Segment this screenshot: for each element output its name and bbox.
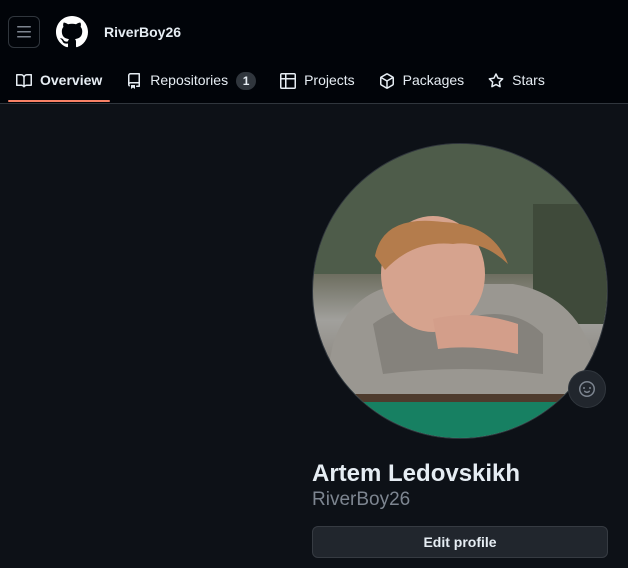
tab-stars[interactable]: Stars [480, 60, 553, 102]
repo-icon [128, 73, 141, 89]
profile-login: RiverBoy26 [312, 489, 411, 510]
set-status-button[interactable] [568, 370, 606, 408]
header-username[interactable]: RiverBoy26 [104, 24, 181, 40]
tab-repositories-label: Repositories [150, 72, 229, 88]
tab-stars-label: Stars [512, 72, 545, 88]
tab-overview[interactable]: Overview [8, 60, 111, 102]
tab-packages-label: Packages [402, 72, 465, 88]
book-icon [16, 73, 32, 88]
avatar-container [312, 143, 608, 439]
tab-repositories[interactable]: Repositories 1 [118, 60, 264, 102]
hamburger-icon [17, 26, 31, 38]
avatar-photo [313, 144, 607, 438]
menu-button[interactable] [8, 16, 40, 48]
edit-profile-button[interactable]: Edit profile [312, 526, 608, 558]
table-icon [280, 73, 297, 89]
github-mark-icon[interactable] [56, 16, 88, 48]
avatar[interactable] [312, 143, 608, 439]
tab-projects[interactable]: Projects [272, 60, 363, 102]
tab-overview-label: Overview [40, 72, 103, 88]
tab-packages[interactable]: Packages [371, 60, 472, 102]
repositories-count-badge: 1 [236, 72, 257, 90]
profile-full-name: Artem Ledovskikh [312, 460, 521, 487]
smiley-icon [579, 381, 595, 397]
top-header: RiverBoy26 Overview Repositories 1 Proje… [0, 0, 628, 104]
package-icon [379, 73, 394, 89]
profile-tabs: Overview Repositories 1 Projects Package… [8, 60, 561, 102]
star-icon [488, 73, 504, 88]
tab-projects-label: Projects [304, 72, 355, 88]
